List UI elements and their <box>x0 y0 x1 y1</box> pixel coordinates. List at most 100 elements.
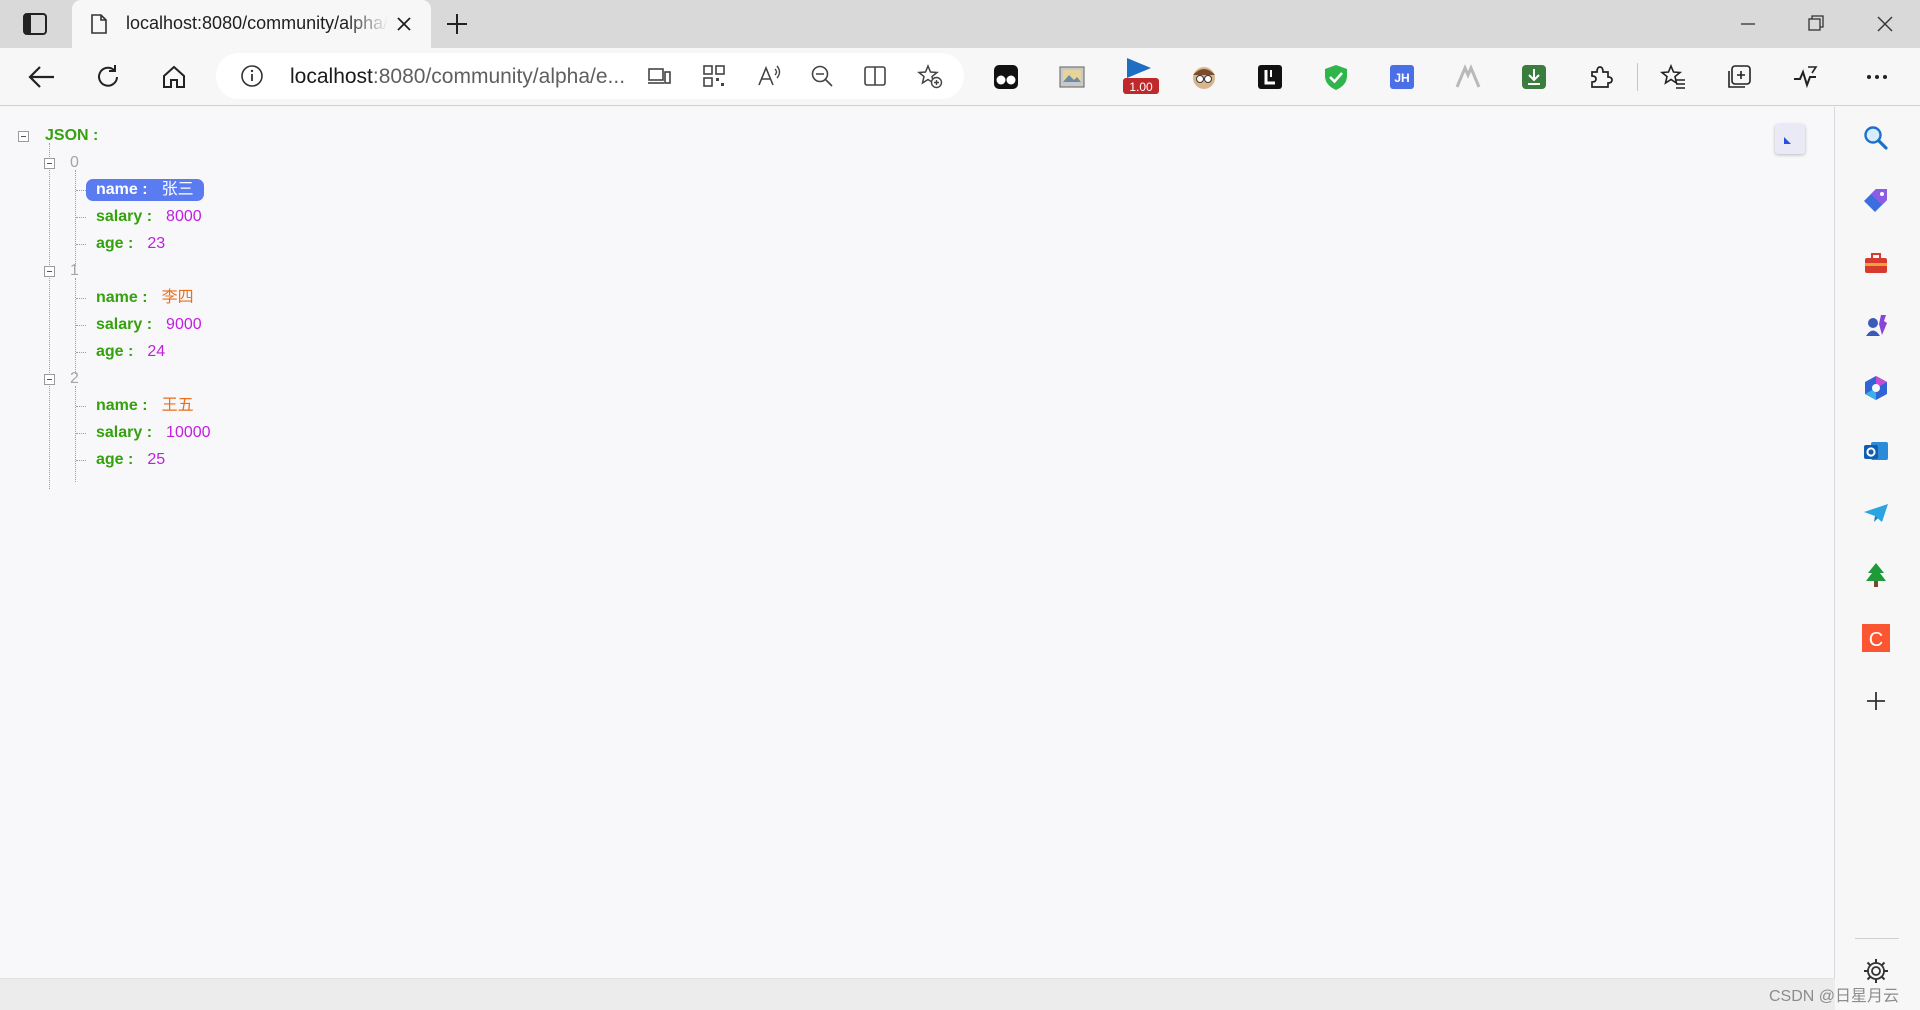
toolbar-divider <box>1637 63 1638 91</box>
performance-icon[interactable] <box>1788 60 1822 94</box>
field-row[interactable]: age : 24 <box>96 341 165 363</box>
zoom-out-icon[interactable] <box>809 63 835 89</box>
split-screen-icon[interactable] <box>862 63 888 89</box>
qr-code-icon[interactable] <box>701 63 727 89</box>
address-bar[interactable]: localhost:8080/community/alpha/e... <box>216 53 964 99</box>
collapse-item-1-icon[interactable] <box>44 266 55 277</box>
office-icon[interactable] <box>1859 371 1893 405</box>
new-tab-icon[interactable] <box>444 11 470 37</box>
tree-guide <box>49 143 50 489</box>
tree-guide <box>76 325 86 326</box>
shield-extension-icon[interactable] <box>1319 60 1353 94</box>
csdn-icon[interactable]: C <box>1859 621 1893 655</box>
item-index: 0 <box>70 154 79 171</box>
tree-guide <box>76 298 86 299</box>
json-tree: JSON : 0 name : 张三 salary : 8000 age : 23 1… <box>0 107 600 507</box>
back-icon[interactable] <box>25 60 59 94</box>
tree-guide <box>76 190 86 191</box>
field-row[interactable]: name : 王五 <box>96 395 194 417</box>
field-value-string: 王五 <box>161 397 194 414</box>
jh-extension-icon[interactable]: JH <box>1385 60 1419 94</box>
active-tab[interactable]: localhost:8080/community/alpha/emps <box>72 0 431 48</box>
tree-guide <box>75 278 76 374</box>
telegram-icon[interactable] <box>1859 496 1893 530</box>
url-text[interactable]: localhost:8080/community/alpha/e... <box>290 65 625 89</box>
add-icon[interactable] <box>1859 684 1893 718</box>
tree-guide <box>76 244 86 245</box>
navigation-toolbar: localhost:8080/community/alpha/e... 1.00 <box>0 48 1920 106</box>
item-index: 2 <box>70 370 79 387</box>
field-key: salary : <box>96 208 153 225</box>
field-row[interactable]: salary : 10000 <box>96 422 211 444</box>
mascot-extension-icon[interactable] <box>1187 60 1221 94</box>
url-path: :8080/community/alpha/e... <box>372 65 626 88</box>
field-value-number: 25 <box>147 451 166 468</box>
home-icon[interactable] <box>157 60 191 94</box>
leetcode-extension-icon[interactable] <box>1253 60 1287 94</box>
field-key: age : <box>96 451 134 468</box>
close-window-icon[interactable] <box>1870 10 1900 38</box>
refresh-icon[interactable] <box>91 60 125 94</box>
search-icon[interactable] <box>1859 121 1893 155</box>
app-available-icon[interactable] <box>646 63 672 89</box>
tree-guide <box>75 170 76 266</box>
collapse-item-2-icon[interactable] <box>44 374 55 385</box>
field-value-string: 张三 <box>161 181 194 198</box>
collapse-item-0-icon[interactable] <box>44 158 55 169</box>
field-key: name : <box>96 181 148 198</box>
field-value-number: 24 <box>147 343 166 360</box>
tree-icon[interactable] <box>1859 558 1893 592</box>
tools-icon[interactable] <box>1859 246 1893 280</box>
field-row-selected[interactable]: name : 张三 <box>86 179 204 201</box>
more-menu-icon[interactable] <box>1860 60 1894 94</box>
close-tab-icon[interactable] <box>394 14 414 34</box>
shopping-tag-icon[interactable] <box>1859 183 1893 217</box>
restore-icon[interactable] <box>1801 10 1831 38</box>
speed-badge-text: 1.00 <box>1129 80 1153 94</box>
field-key: name : <box>96 289 148 306</box>
root-label: JSON : <box>45 127 99 144</box>
field-row[interactable]: age : 25 <box>96 449 165 471</box>
tree-guide <box>76 352 86 353</box>
json-root-label[interactable]: JSON : <box>45 125 98 147</box>
video-speed-icon[interactable]: 1.00 <box>1121 54 1161 98</box>
site-info-icon[interactable] <box>240 64 264 88</box>
collections-icon[interactable] <box>1722 60 1756 94</box>
viewer-toggle-button[interactable] <box>1775 124 1805 154</box>
watermark-text: CSDN @日星月云 <box>1769 988 1900 1005</box>
tampermonkey-icon[interactable] <box>989 60 1023 94</box>
url-host: localhost <box>290 65 373 88</box>
tree-guide <box>75 386 76 482</box>
download-extension-icon[interactable] <box>1517 60 1551 94</box>
sidebar-divider <box>1855 938 1899 939</box>
games-icon[interactable] <box>1859 308 1893 342</box>
field-value-number: 10000 <box>166 424 211 441</box>
tree-guide <box>76 433 86 434</box>
corner-triangle-icon <box>1784 137 1791 144</box>
page-content: JSON : 0 name : 张三 salary : 8000 age : 23 1… <box>0 107 1835 978</box>
tab-strip: localhost:8080/community/alpha/emps <box>0 0 1920 48</box>
extensions-puzzle-icon[interactable] <box>1583 60 1617 94</box>
field-row[interactable]: salary : 8000 <box>96 206 202 228</box>
tab-title: localhost:8080/community/alpha/emps <box>126 13 388 33</box>
status-bar <box>0 978 1835 1010</box>
field-row[interactable]: name : 李四 <box>96 287 194 309</box>
minimize-icon[interactable] <box>1733 10 1763 38</box>
tree-guide <box>76 217 86 218</box>
field-value-number: 8000 <box>166 208 202 225</box>
aria-extension-icon[interactable] <box>1451 60 1485 94</box>
field-value-number: 23 <box>147 235 166 252</box>
favorites-icon[interactable] <box>1656 60 1690 94</box>
outlook-icon[interactable] <box>1859 434 1893 468</box>
edge-sidebar: C <box>1835 107 1920 1010</box>
field-row[interactable]: salary : 9000 <box>96 314 202 336</box>
field-row[interactable]: age : 23 <box>96 233 165 255</box>
image-extension-icon[interactable] <box>1055 60 1089 94</box>
read-aloud-icon[interactable] <box>756 63 782 89</box>
tree-guide <box>76 460 86 461</box>
add-favorite-icon[interactable] <box>917 63 943 89</box>
tab-actions-icon[interactable] <box>22 12 48 36</box>
field-key: age : <box>96 343 134 360</box>
field-key: salary : <box>96 424 153 441</box>
collapse-root-icon[interactable] <box>18 131 29 142</box>
